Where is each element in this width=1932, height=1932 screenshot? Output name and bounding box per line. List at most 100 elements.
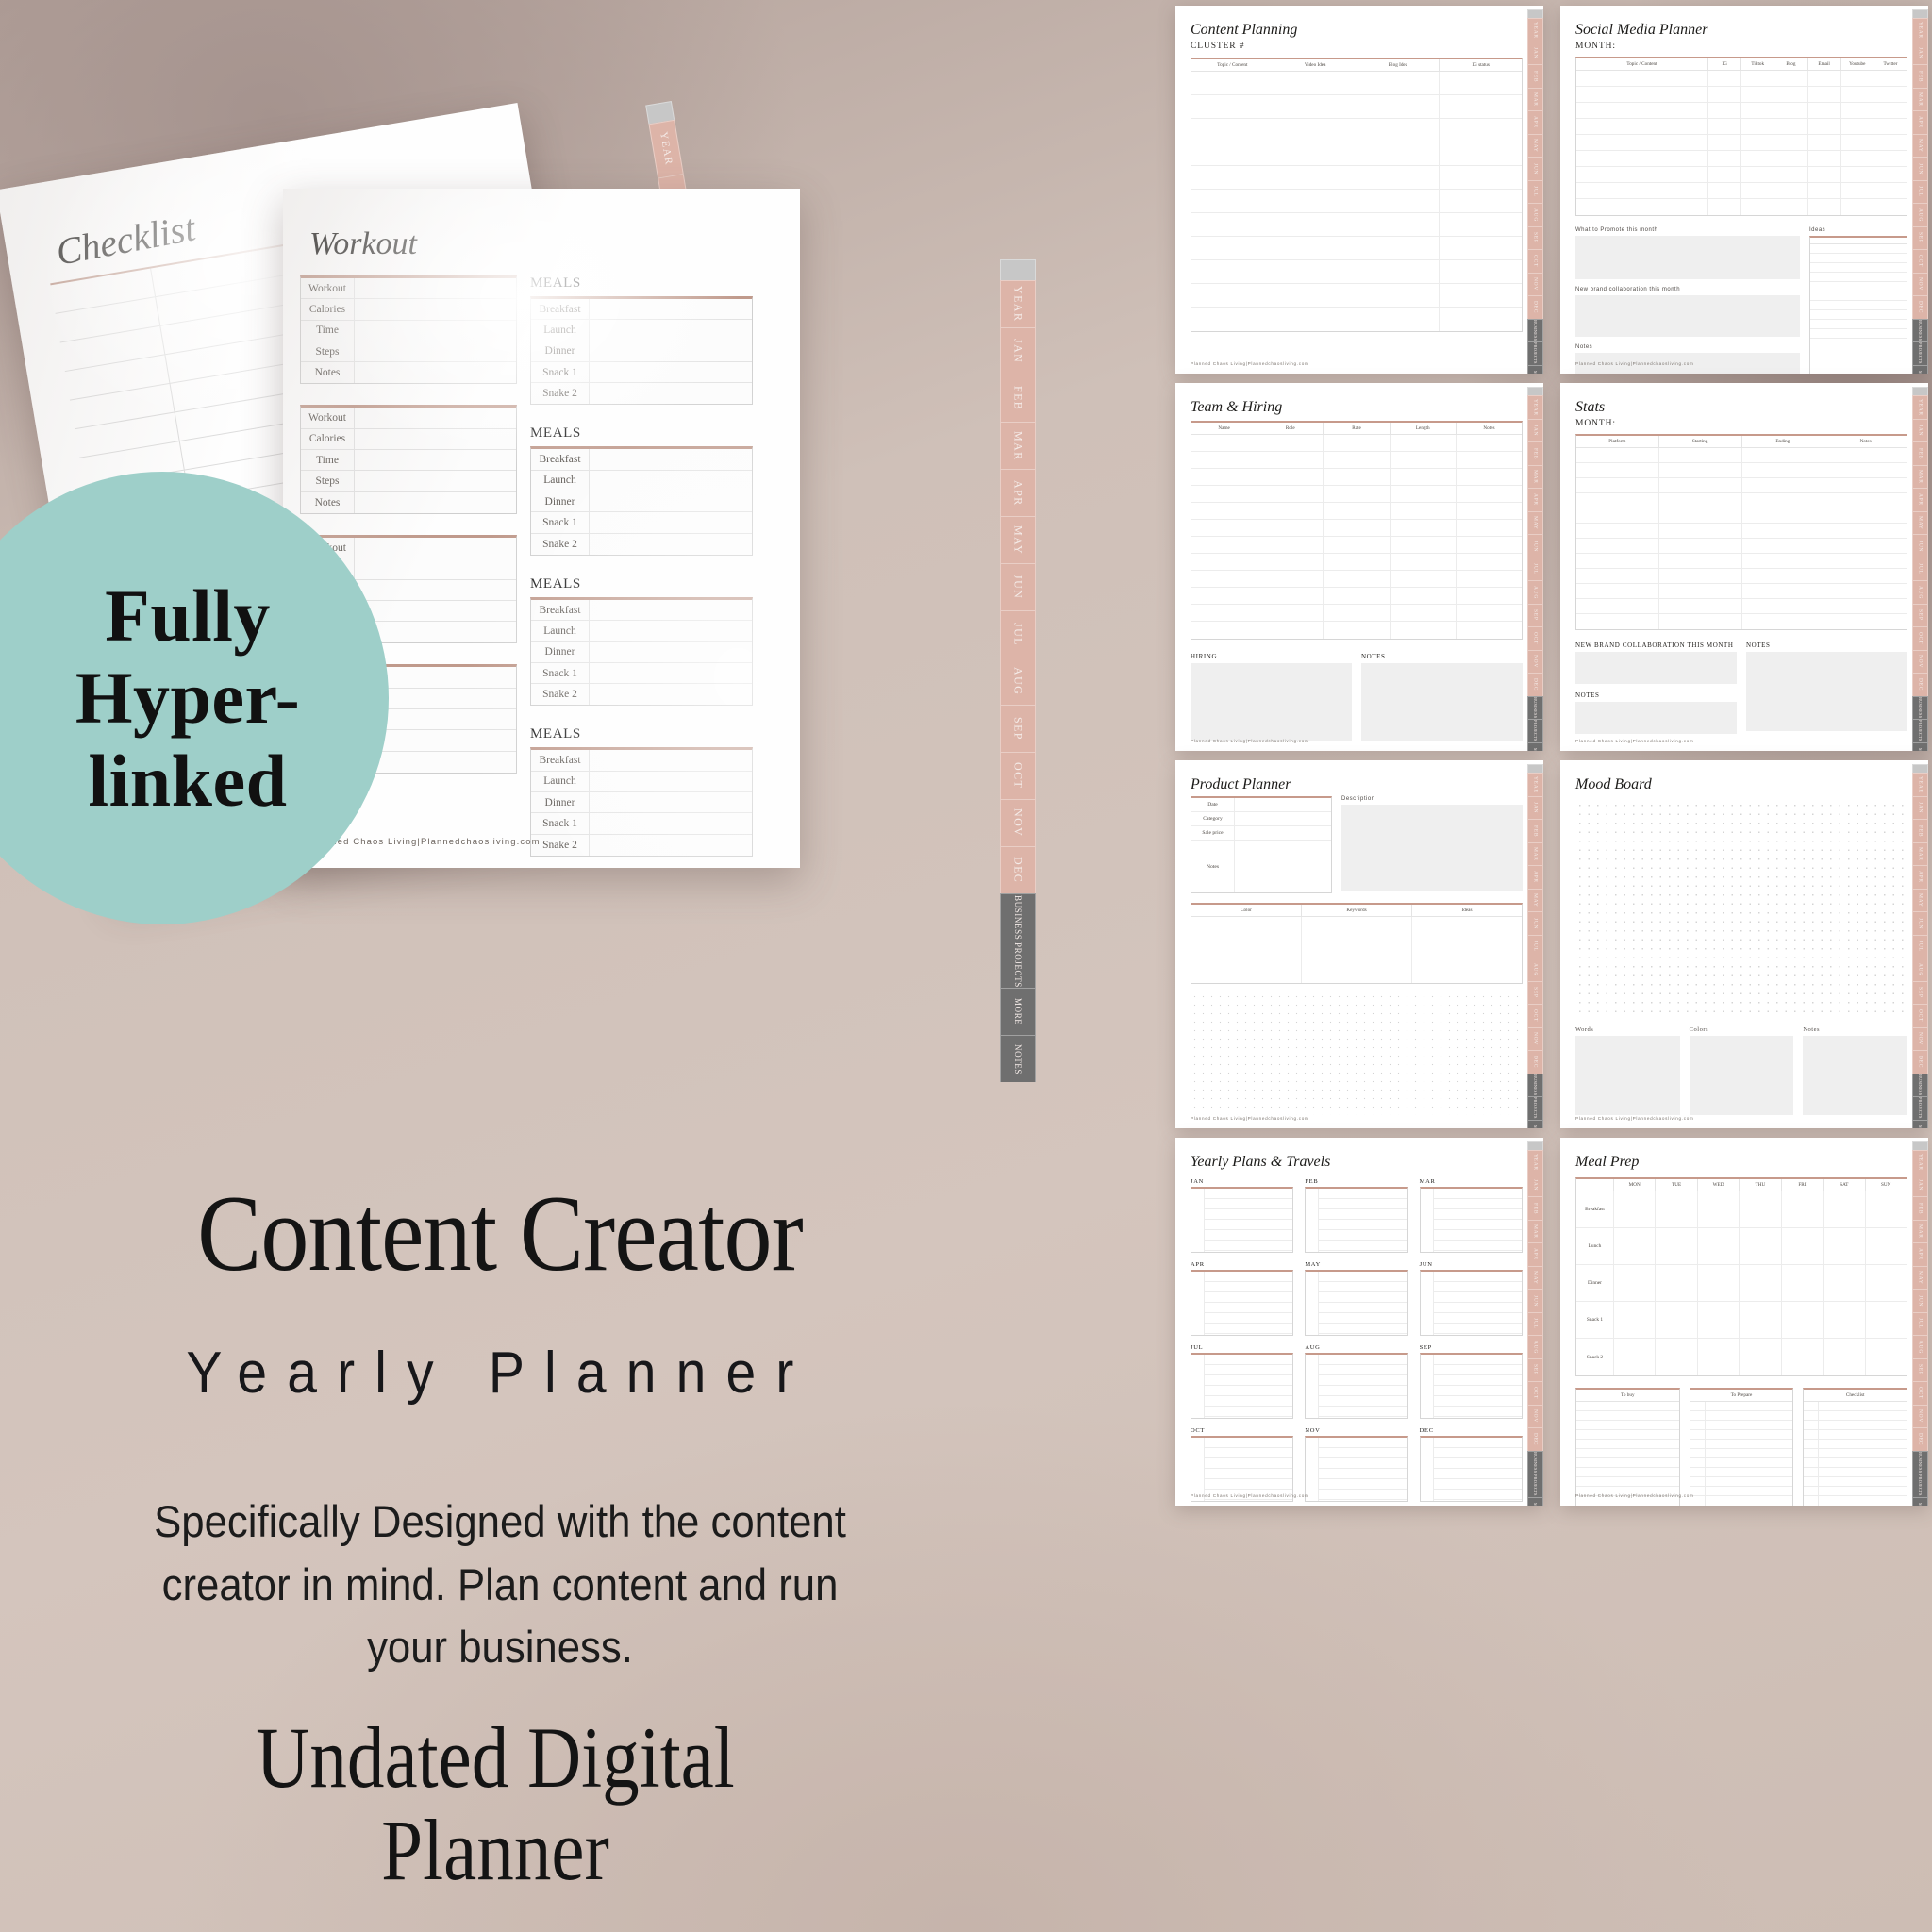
tab-year[interactable]: YEAR — [648, 119, 684, 178]
meal-list-check[interactable] — [1690, 1421, 1706, 1429]
table-cell[interactable] — [1576, 103, 1708, 118]
month-col-narrow[interactable] — [1191, 1438, 1205, 1501]
tab-mar[interactable]: MAR — [1527, 1219, 1543, 1242]
month-col-wide[interactable] — [1205, 1272, 1293, 1335]
month-col-wide[interactable] — [1433, 1189, 1522, 1252]
tab-dec[interactable]: DEC — [1527, 1427, 1543, 1451]
tab-jan[interactable]: JAN — [1527, 795, 1543, 819]
table-cell[interactable] — [1457, 503, 1522, 519]
meals-row-input[interactable] — [590, 621, 752, 641]
table-cell[interactable] — [1457, 486, 1522, 502]
tab-dec[interactable]: DEC — [1527, 673, 1543, 696]
month-table[interactable] — [1419, 1187, 1523, 1253]
meal-list-check[interactable] — [1690, 1468, 1706, 1476]
table-cell[interactable] — [1841, 183, 1874, 198]
tab-oct[interactable]: OCT — [1527, 1381, 1543, 1405]
meal-list-check[interactable] — [1576, 1458, 1591, 1467]
month-col-narrow[interactable] — [1191, 1189, 1205, 1252]
workout-row-input[interactable] — [355, 362, 516, 384]
table-cell[interactable] — [1274, 95, 1357, 118]
meal-list-text[interactable] — [1706, 1487, 1793, 1495]
table-cell[interactable] — [1391, 605, 1457, 621]
tab-sep[interactable]: SEP — [1527, 1357, 1543, 1381]
table-cell[interactable] — [1191, 119, 1274, 142]
input-area[interactable] — [1361, 663, 1523, 741]
table-cell[interactable] — [1274, 284, 1357, 307]
table-cell[interactable] — [1741, 167, 1775, 182]
table-cell[interactable] — [1808, 71, 1841, 86]
page-thumbnail-yearly-plans-travels[interactable]: Yearly Plans & Travels JAN FEB MAR APR MAY JUN… — [1175, 1138, 1543, 1506]
table-cell[interactable] — [1257, 571, 1324, 587]
table-cell[interactable] — [1191, 142, 1274, 165]
table-cell[interactable] — [1576, 524, 1659, 538]
table-cell[interactable] — [1457, 537, 1522, 553]
table-cell[interactable] — [1774, 87, 1808, 102]
table-cell[interactable] — [1874, 119, 1907, 134]
meal-list-check[interactable] — [1690, 1430, 1706, 1439]
month-col-wide[interactable] — [1433, 1272, 1522, 1335]
table-cell[interactable] — [1659, 448, 1742, 462]
meals-row-input[interactable] — [590, 361, 752, 383]
meal-list-text[interactable] — [1819, 1468, 1907, 1476]
tab-projects[interactable]: PROJECTS — [1527, 719, 1543, 742]
meal-list-check[interactable] — [1804, 1421, 1820, 1429]
table-cell[interactable] — [1457, 554, 1522, 570]
table-cell[interactable] — [1742, 569, 1825, 583]
meal-list-check[interactable] — [1804, 1402, 1820, 1410]
meal-list-text[interactable] — [1706, 1421, 1793, 1429]
tab-nov[interactable]: NOV — [1527, 1026, 1543, 1050]
tab-year[interactable]: YEAR — [1912, 1150, 1928, 1174]
meal-cell[interactable] — [1782, 1191, 1824, 1227]
table-cell[interactable] — [1824, 599, 1907, 613]
table-cell[interactable] — [1824, 584, 1907, 598]
meal-list-check[interactable] — [1804, 1458, 1820, 1467]
tab-feb[interactable]: FEB — [1527, 819, 1543, 842]
month-col-wide[interactable] — [1319, 1438, 1407, 1501]
tab-jun[interactable]: JUN — [1912, 1289, 1928, 1312]
meal-list-text[interactable] — [1706, 1402, 1793, 1410]
meals-row-input[interactable] — [590, 750, 752, 771]
table-cell[interactable] — [1742, 493, 1825, 508]
tab-jun[interactable]: JUN — [1912, 534, 1928, 558]
meal-cell[interactable] — [1614, 1265, 1657, 1301]
tab-sep[interactable]: SEP — [1912, 980, 1928, 1004]
table-cell[interactable] — [1708, 167, 1742, 182]
table-cell[interactable] — [1576, 151, 1708, 166]
tab-oct[interactable]: OCT — [1912, 626, 1928, 650]
meals-row-input[interactable] — [590, 792, 752, 813]
table-cell[interactable] — [1191, 166, 1274, 189]
meal-cell[interactable] — [1740, 1191, 1782, 1227]
tab-projects[interactable]: PROJECTS — [1912, 719, 1928, 742]
table-cell[interactable] — [1824, 493, 1907, 508]
tabstrip-thumbnail[interactable]: YEAR JAN FEB MAR APR MAY JUN JUL AUG SEP OCT NOV DEC… — [1912, 387, 1928, 751]
tab-business[interactable]: BUSINESS — [1000, 893, 1036, 941]
tab-apr[interactable]: APR — [1912, 488, 1928, 511]
table-cell[interactable] — [1810, 320, 1907, 328]
meal-cell[interactable] — [1698, 1265, 1740, 1301]
tab-mar[interactable]: MAR — [1527, 464, 1543, 488]
meal-list-check[interactable] — [1804, 1477, 1820, 1486]
tab-jul[interactable]: JUL — [1912, 557, 1928, 580]
tab-sep[interactable]: SEP — [1912, 603, 1928, 626]
table-cell[interactable] — [1357, 190, 1441, 212]
tabstrip-thumbnail[interactable]: YEAR JAN FEB MAR APR MAY JUN JUL AUG SEP OCT NOV DEC… — [1912, 764, 1928, 1128]
table-cell[interactable] — [1191, 213, 1274, 236]
month-table[interactable] — [1305, 1187, 1408, 1253]
table-cell[interactable] — [1810, 291, 1907, 300]
table-cell[interactable] — [1257, 452, 1324, 468]
tab-nov[interactable]: NOV — [1527, 1404, 1543, 1427]
tabstrip-thumbnail[interactable]: YEAR JAN FEB MAR APR MAY JUN JUL AUG SEP OCT NOV DEC… — [1912, 9, 1928, 374]
meals-row-input[interactable] — [590, 299, 752, 320]
tab-may[interactable]: MAY — [1912, 133, 1928, 157]
tab-aug[interactable]: AUG — [1527, 958, 1543, 981]
meal-cell[interactable] — [1656, 1265, 1698, 1301]
tab-oct[interactable]: OCT — [1527, 249, 1543, 273]
table-cell[interactable] — [1742, 448, 1825, 462]
table-cell[interactable] — [1457, 520, 1522, 536]
month-col-wide[interactable] — [1433, 1438, 1522, 1501]
table-cell[interactable] — [1324, 452, 1391, 468]
month-table[interactable] — [1305, 1436, 1408, 1502]
table-cell[interactable] — [1659, 599, 1742, 613]
table-cell[interactable] — [1576, 508, 1659, 523]
table-cell[interactable] — [1191, 95, 1274, 118]
